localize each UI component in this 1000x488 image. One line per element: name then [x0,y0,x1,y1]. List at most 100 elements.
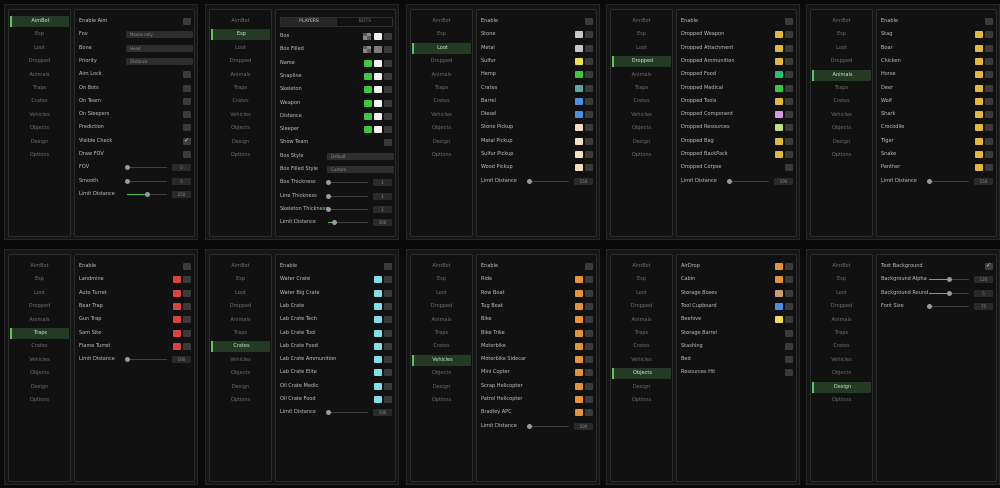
metal-checkbox[interactable] [585,44,593,52]
dropped-ammunition-color-swatch[interactable] [775,57,783,65]
nav-item-esp[interactable]: Esp [211,274,270,285]
limit-distance-value[interactable]: 100 [172,356,191,364]
nav-item-esp[interactable]: Esp [812,274,871,285]
limit-distance-slider[interactable]: 250 [127,190,191,199]
nav-item-options[interactable]: Options [211,150,270,161]
limit-distance-value[interactable]: 300 [373,219,392,227]
sulfur-checkbox[interactable] [585,57,593,65]
patrol-helicopter-checkbox[interactable] [585,396,593,403]
nav-item-aimbot[interactable]: AimBot [412,261,471,272]
nav-item-crates[interactable]: Crates [812,341,871,352]
nav-item-objects[interactable]: Objects [412,123,471,134]
lab-crate-checkbox[interactable] [384,302,392,310]
dropped-food-color-swatch[interactable] [775,71,783,79]
nav-item-animals[interactable]: Animals [211,70,270,81]
water-crate-color-swatch[interactable] [374,276,382,284]
nav-item-vehicles[interactable]: Vehicles [412,110,471,121]
dropped-ammunition-checkbox[interactable] [785,57,793,65]
oil-crate-medic-color-swatch[interactable] [374,382,382,390]
stone-pickup-checkbox[interactable] [585,124,593,132]
limit-distance-value[interactable]: 250 [172,190,191,198]
nav-item-objects[interactable]: Objects [612,368,671,380]
sleeper-enemy-color[interactable] [374,126,382,134]
nav-item-aimbot[interactable]: AimBot [10,16,69,27]
snapline-checkbox[interactable] [384,72,392,80]
boar-checkbox[interactable] [985,44,993,52]
barrel-checkbox[interactable] [585,97,593,105]
sleeper-team-color[interactable] [364,126,372,134]
box-enemy-color[interactable] [374,33,382,40]
nav-item-animals[interactable]: Animals [612,70,671,81]
nav-item-dropped[interactable]: Dropped [612,301,671,312]
limit-distance-slider[interactable]: 150 [527,177,593,186]
nav-item-loot[interactable]: Loot [812,288,871,299]
dropped-tools-checkbox[interactable] [785,97,793,105]
patrol-helicopter-color-swatch[interactable] [575,396,583,403]
storage-boxes-checkbox[interactable] [785,289,793,297]
dropped-component-color-swatch[interactable] [775,111,783,119]
fov-value[interactable]: 0 [172,164,191,172]
water-big-crate-color-swatch[interactable] [374,289,382,297]
nav-item-loot[interactable]: Loot [10,288,69,299]
nav-item-crates[interactable]: Crates [10,341,69,352]
nav-item-animals[interactable]: Animals [211,315,270,326]
nav-item-crates[interactable]: Crates [10,96,69,107]
tug-boat-checkbox[interactable] [585,302,593,310]
nav-item-traps[interactable]: Traps [412,83,471,94]
enable-checkbox[interactable] [985,18,993,25]
wolf-checkbox[interactable] [985,97,993,105]
scrap-helicopter-color-swatch[interactable] [575,382,583,390]
nav-item-traps[interactable]: Traps [211,328,270,339]
slider-knob[interactable] [326,206,331,212]
diesel-checkbox[interactable] [585,111,593,119]
nav-item-crates[interactable]: Crates [412,341,471,352]
limit-distance-slider[interactable]: 100 [125,355,191,364]
auto-turret-color-swatch[interactable] [173,289,181,297]
nav-item-options[interactable]: Options [10,150,69,161]
nav-item-traps[interactable]: Traps [812,83,871,94]
nav-item-traps[interactable]: Traps [10,83,69,94]
sam-site-color-swatch[interactable] [173,329,181,337]
shark-checkbox[interactable] [985,111,993,119]
flame-turret-checkbox[interactable] [183,342,191,350]
wood-pickup-checkbox[interactable] [585,164,593,172]
nav-item-vehicles[interactable]: Vehicles [211,110,270,121]
oil-crate-food-color-swatch[interactable] [374,396,382,403]
nav-item-design[interactable]: Design [612,382,671,393]
motorbike-sidecar-checkbox[interactable] [585,356,593,364]
landmine-color-swatch[interactable] [173,276,181,284]
slider-knob[interactable] [527,423,532,429]
nav-item-vehicles[interactable]: Vehicles [812,110,871,121]
nav-item-traps[interactable]: Traps [812,328,871,339]
enable-checkbox[interactable] [384,263,392,270]
shark-color-swatch[interactable] [975,111,983,119]
limit-distance-slider[interactable]: 100 [727,177,793,186]
storage-boxes-color-swatch[interactable] [775,289,783,297]
skeleton-enemy-color[interactable] [374,86,382,94]
slider-knob[interactable] [947,290,952,296]
nav-item-aimbot[interactable]: AimBot [10,261,69,272]
slider-knob[interactable] [125,357,130,363]
name-enemy-color[interactable] [374,59,382,67]
nav-item-loot[interactable]: Loot [612,43,671,54]
metal-pickup-checkbox[interactable] [585,137,593,145]
lab-crate-ammunition-color-swatch[interactable] [374,356,382,364]
nav-item-objects[interactable]: Objects [211,123,270,134]
lab-crate-tool-checkbox[interactable] [384,329,392,337]
enable-checkbox[interactable] [585,263,593,270]
dropped-bag-color-swatch[interactable] [775,137,783,145]
nav-item-animals[interactable]: Animals [10,315,69,326]
tab-players[interactable]: PLAYERS [281,18,337,26]
lab-crate-tool-color-swatch[interactable] [374,329,382,337]
scrap-helicopter-checkbox[interactable] [585,382,593,390]
nav-item-options[interactable]: Options [812,150,871,161]
nav-item-vehicles[interactable]: Vehicles [412,354,471,366]
diesel-color-swatch[interactable] [575,111,583,119]
motorbike-checkbox[interactable] [585,342,593,350]
sulfur-pickup-color-swatch[interactable] [575,151,583,158]
enable-checkbox[interactable] [585,18,593,25]
dropped-resources-checkbox[interactable] [785,124,793,132]
nav-item-design[interactable]: Design [10,137,69,148]
flame-turret-color-swatch[interactable] [173,342,181,350]
sleeper-checkbox[interactable] [384,126,392,134]
